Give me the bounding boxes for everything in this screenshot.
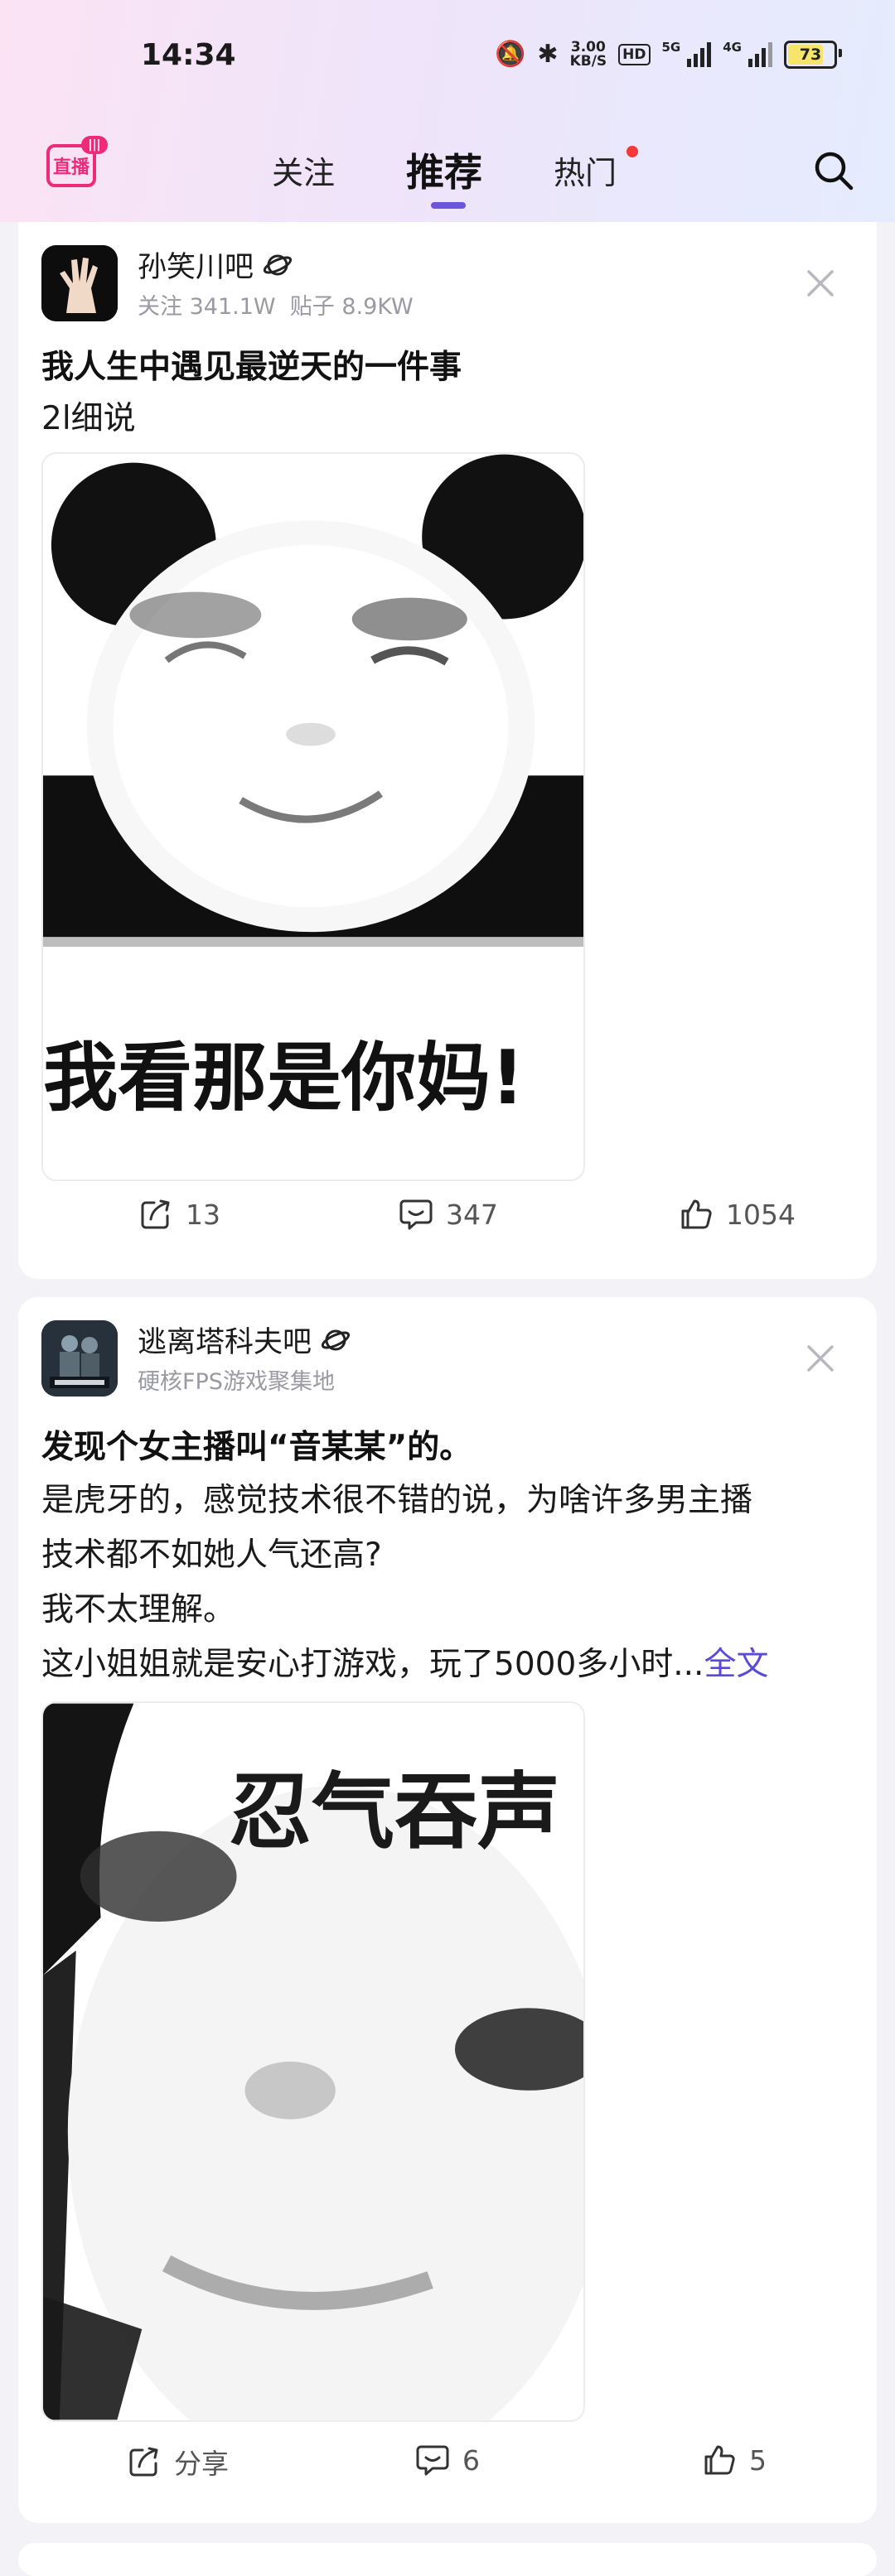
comment-icon — [416, 2445, 449, 2476]
post-body-line: 这小姐姐就是安心打游戏，玩了5000多小时...全文 — [41, 1646, 769, 1683]
post-card[interactable]: 孙笑川吧 关注 341.1W 贴子 8.9KW 我人生中遇见最逆天的一件事 2l… — [18, 222, 877, 1279]
forum-name[interactable]: 孙笑川吧 — [138, 244, 293, 286]
top-nav: 直播 ||| 关注 推荐 热门 — [0, 124, 895, 222]
live-badge-icon: ||| — [81, 136, 108, 154]
comment-icon — [399, 1199, 433, 1230]
battery-icon: 73 — [784, 40, 842, 69]
signal-5g-label: 5G — [661, 40, 681, 55]
meme-caption: 我看那是你妈! — [43, 1035, 525, 1122]
active-tab-indicator — [431, 202, 466, 209]
post-title[interactable]: 发现个女主播叫“音某某”的。 — [41, 1421, 472, 1468]
post-image[interactable]: 忍气吞声 — [41, 1701, 585, 2422]
tab-follow[interactable]: 关注 — [272, 147, 335, 193]
status-time: 14:34 — [141, 38, 236, 72]
post-body-line: 我不太理解。 — [41, 1591, 236, 1628]
forum-stats: 关注 341.1W 贴子 8.9KW — [138, 294, 414, 320]
full-text-link[interactable]: 全文 — [704, 1646, 768, 1683]
network-speed: 3.00 KB/S — [569, 38, 607, 70]
forum-subtitle: 硬核FPS游戏聚集地 — [138, 1369, 335, 1395]
post-body-line: 2l细说 — [41, 400, 136, 437]
thumbs-up-icon — [704, 2445, 735, 2475]
hot-notification-dot — [626, 146, 638, 157]
post-actions: 分享 6 5 — [18, 2442, 877, 2492]
forum-name[interactable]: 逃离塔科夫吧 — [138, 1319, 351, 1361]
planet-icon — [263, 254, 293, 275]
search-icon[interactable] — [812, 149, 855, 192]
post-actions: 13 347 1054 — [18, 1196, 877, 1246]
next-post-card-peek — [18, 2543, 877, 2576]
top-bar: 14:34 🔕 ✱ 3.00 KB/S HD 5G 4G 73 直播 ||| 关… — [0, 0, 895, 222]
post-body-line: 技术都不如她人气还高? — [41, 1536, 382, 1574]
forum-avatar[interactable] — [41, 1320, 118, 1397]
status-bar: 14:34 🔕 ✱ 3.00 KB/S HD 5G 4G 73 — [0, 0, 895, 116]
like-button[interactable]: 5 — [701, 2442, 767, 2478]
tarkov-avatar-icon — [41, 1320, 118, 1397]
thumbs-up-icon — [681, 1199, 712, 1229]
meme-caption: 忍气吞声 — [229, 1763, 560, 1860]
share-button[interactable]: 13 — [138, 1196, 220, 1233]
post-body-line: 是虎牙的，感觉技术很不错的说，为啥许多男主播 — [41, 1482, 753, 1519]
like-button[interactable]: 1054 — [678, 1196, 796, 1233]
signal-4g-icon — [748, 41, 772, 67]
share-icon — [141, 1199, 170, 1229]
signal-4g-label: 4G — [723, 40, 742, 55]
close-icon[interactable] — [804, 267, 837, 300]
hand-avatar-icon — [41, 245, 118, 321]
share-button[interactable]: 分享 — [126, 2442, 229, 2482]
forum-avatar[interactable] — [41, 245, 118, 321]
close-icon[interactable] — [804, 1342, 837, 1375]
status-icons: 🔕 ✱ 3.00 KB/S HD 5G 4G 73 — [495, 38, 842, 70]
planet-icon — [321, 1329, 351, 1350]
post-card[interactable]: 逃离塔科夫吧 硬核FPS游戏聚集地 发现个女主播叫“音某某”的。 是虎牙的，感觉… — [18, 1297, 877, 2523]
comment-button[interactable]: 347 — [398, 1196, 498, 1233]
bluetooth-icon: ✱ — [537, 40, 559, 69]
post-image[interactable]: 我看那是你妈! — [41, 452, 585, 1181]
signal-5g-icon — [687, 41, 712, 67]
comment-button[interactable]: 6 — [414, 2442, 480, 2478]
share-icon — [129, 2447, 158, 2477]
tab-hot[interactable]: 热门 — [554, 147, 617, 193]
post-title[interactable]: 我人生中遇见最逆天的一件事 — [41, 341, 462, 388]
hd-badge: HD — [618, 43, 651, 65]
live-button[interactable]: 直播 ||| — [46, 136, 108, 187]
mute-bell-icon: 🔕 — [495, 40, 526, 69]
battery-level: 73 — [799, 45, 822, 64]
tab-recommend[interactable]: 推荐 — [406, 142, 482, 197]
